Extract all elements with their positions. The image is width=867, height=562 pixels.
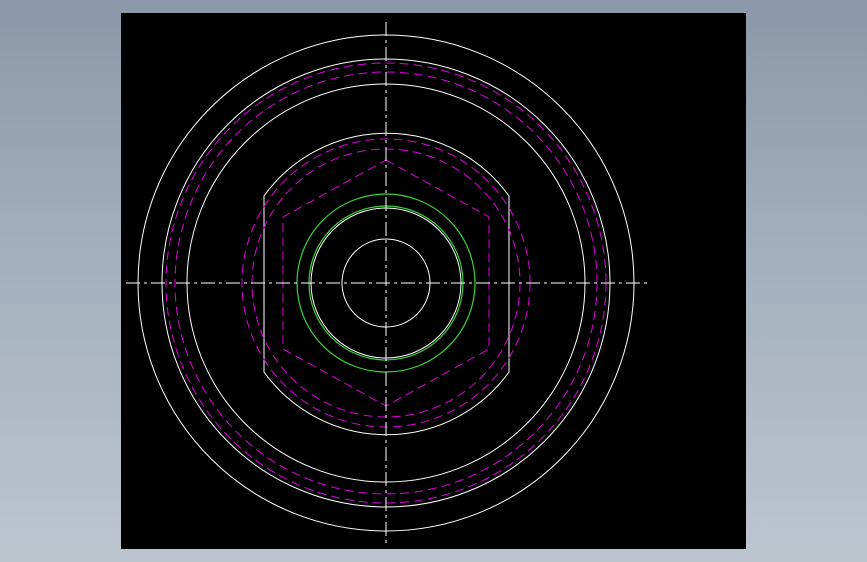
cad-drawing [126,22,648,544]
